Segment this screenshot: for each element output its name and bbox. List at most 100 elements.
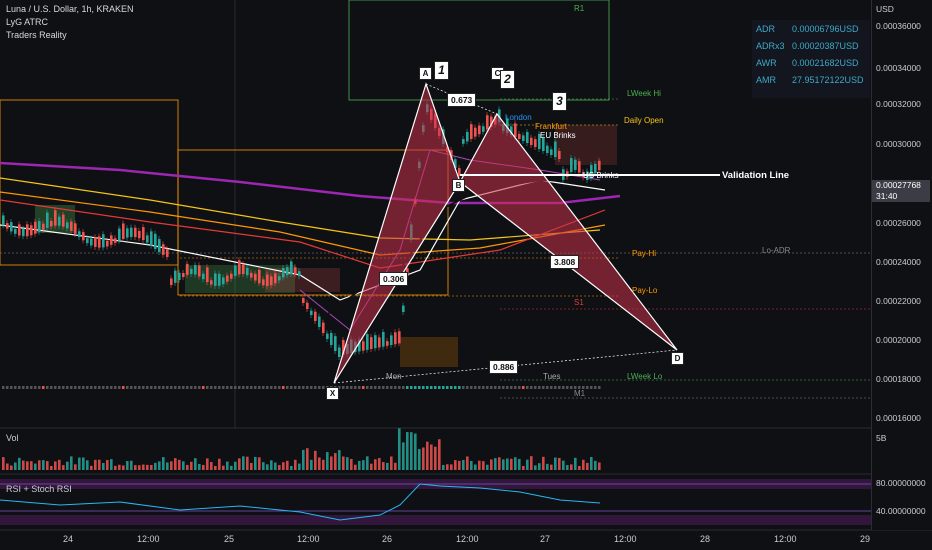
candle — [486, 115, 489, 130]
candle — [238, 260, 241, 275]
session-dot — [206, 386, 209, 389]
candle — [246, 267, 249, 276]
awr-key: AWR — [756, 58, 777, 68]
session-dot — [498, 386, 501, 389]
candle — [210, 280, 213, 285]
session-dot — [30, 386, 33, 389]
candle — [278, 276, 281, 281]
volume-bar — [330, 456, 333, 470]
price-tick: 0.00022000 — [876, 296, 921, 306]
candle — [294, 267, 297, 275]
volume-bar — [526, 459, 529, 470]
session-dot — [394, 386, 397, 389]
session-dot — [410, 386, 413, 389]
volume-bar — [158, 461, 161, 470]
session-dot — [570, 386, 573, 389]
volume-bar — [30, 461, 33, 470]
volume-bar — [226, 461, 229, 470]
candle — [146, 235, 149, 243]
volume-bar — [422, 447, 425, 470]
candle — [158, 239, 161, 253]
candle — [34, 221, 37, 234]
candle — [530, 137, 533, 145]
volume-bar — [362, 460, 365, 470]
volume-bar — [578, 465, 581, 470]
indicator-label-atrc[interactable]: LyG ATRC — [6, 17, 48, 27]
session-dot — [50, 386, 53, 389]
rsi-pane-label[interactable]: RSI + Stoch RSI — [6, 484, 72, 494]
session-dot — [306, 386, 309, 389]
session-dot — [486, 386, 489, 389]
volume-bar — [570, 464, 573, 470]
session-dot — [550, 386, 553, 389]
volume-bar — [538, 463, 541, 470]
session-dot — [254, 386, 257, 389]
candle — [102, 234, 105, 248]
price-tick: 0.00036000 — [876, 21, 921, 31]
candle — [94, 237, 97, 247]
volume-bar — [290, 465, 293, 470]
pattern-point-d[interactable]: D — [671, 352, 684, 365]
session-dot — [502, 386, 505, 389]
candle — [362, 341, 365, 351]
session-dot — [506, 386, 509, 389]
session-dot — [226, 386, 229, 389]
candle — [138, 230, 141, 239]
volume-bar — [6, 463, 9, 470]
candle — [182, 272, 185, 278]
volume-bar — [114, 465, 117, 470]
price-tick: 0.00024000 — [876, 257, 921, 267]
volume-bar — [390, 456, 393, 470]
session-dot — [298, 386, 301, 389]
volume-bar — [150, 464, 153, 470]
london-label: London — [505, 113, 532, 122]
candle — [226, 275, 229, 282]
candle — [46, 212, 49, 228]
candle — [134, 227, 137, 238]
candle — [514, 123, 517, 137]
session-dot — [274, 386, 277, 389]
volume-bar — [586, 462, 589, 470]
session-dot — [166, 386, 169, 389]
candle — [250, 272, 253, 278]
candle — [462, 139, 465, 144]
pattern-point-b[interactable]: B — [452, 179, 465, 192]
bar-countdown: 31:40 — [876, 191, 898, 201]
volume-bar — [102, 463, 105, 470]
time-tick: 12:00 — [614, 534, 637, 544]
candle — [126, 228, 129, 238]
volume-bar — [118, 464, 121, 470]
candle — [326, 333, 329, 339]
time-tick: 12:00 — [137, 534, 160, 544]
session-dot — [110, 386, 113, 389]
candle — [554, 141, 557, 157]
pattern-point-a[interactable]: A — [419, 67, 432, 80]
session-dot — [310, 386, 313, 389]
session-dot — [222, 386, 225, 389]
session-dot — [554, 386, 557, 389]
volume-pane-label[interactable]: Vol — [6, 433, 19, 443]
pattern-point-x[interactable]: X — [326, 387, 339, 400]
candle — [190, 268, 193, 275]
candle — [290, 261, 293, 275]
candle — [578, 161, 581, 173]
candle — [262, 279, 265, 286]
lo-adr-label: Lo-ADR — [762, 246, 791, 255]
volume-bar — [454, 460, 457, 470]
indicator-label-traders-reality[interactable]: Traders Reality — [6, 30, 67, 40]
candle — [374, 335, 377, 349]
volume-bar — [174, 458, 177, 470]
session-dot — [150, 386, 153, 389]
candle — [110, 235, 113, 245]
volume-bar — [10, 465, 13, 470]
volume-bar — [234, 461, 237, 470]
session-dot — [494, 386, 497, 389]
volume-bar — [146, 464, 149, 470]
candle — [598, 160, 601, 171]
price-axis[interactable]: USD 0.00036000 0.00034000 0.00032000 0.0… — [871, 0, 932, 530]
volume-bar — [426, 441, 429, 470]
adr-stats-table: ADR 0.00006796USD ADRx3 0.00020387USD AW… — [752, 20, 870, 98]
volume-bar — [406, 432, 409, 470]
candle — [390, 335, 393, 345]
candle — [398, 331, 401, 344]
